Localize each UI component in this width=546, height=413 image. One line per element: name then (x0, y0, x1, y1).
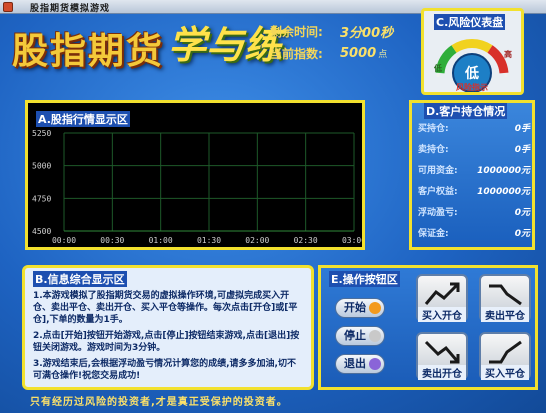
trend-down-icon (489, 284, 522, 306)
stop-button[interactable]: 停止 (335, 326, 385, 346)
gauge-mid-segment (451, 39, 493, 53)
customer-row-value: 1000000元 (477, 187, 530, 197)
customer-row-key: 买持仓: (418, 124, 449, 134)
time-value: 3分00秒 (340, 25, 394, 41)
logo-accent-text: 学与练 (168, 22, 283, 67)
buy-open-button[interactable]: 买入开仓 (416, 274, 468, 322)
gauge-high-segment (487, 45, 509, 74)
customer-row: 可用资金: 1000000元 (418, 159, 530, 180)
x-tick-label: 01:00 (149, 236, 173, 245)
gauge-high-label: 高 (504, 49, 512, 59)
index-chart-panel: 00:00 00:30 01:00 01:30 02:00 02:30 03:00 5250 5… (25, 100, 366, 250)
customer-row-key: 浮动盈亏: (418, 208, 458, 218)
sell-close-label: 卖出平仓 (481, 307, 529, 322)
x-tick-label: 00:30 (100, 236, 124, 245)
app-icon (3, 2, 13, 12)
y-tick-label: 4500 (32, 227, 51, 236)
gauge-low-label: 低 (433, 63, 442, 73)
index-label: 当前指数: (270, 46, 323, 61)
stop-icon (369, 330, 381, 342)
customer-row-value: 0手 (514, 124, 530, 134)
x-tick-label: 02:30 (294, 236, 318, 245)
customer-row: 保证金: 0元 (418, 222, 530, 243)
info-text: 1.本游戏模拟了股指期货交易的虚拟操作环境,可虚拟完成买入开仓、卖出平仓、卖出开… (33, 290, 303, 386)
stop-button-label: 停止 (344, 329, 366, 342)
index-row: 当前指数: 5000 点 (270, 42, 400, 64)
customer-row-key: 客户权益: (418, 187, 458, 197)
customer-row: 浮动盈亏: 0元 (418, 201, 530, 222)
customer-row: 卖持仓: 0手 (418, 138, 530, 159)
buy-close-button[interactable]: 买入平仓 (479, 332, 531, 380)
start-button-label: 开始 (344, 301, 366, 314)
trend-up-icon (489, 340, 522, 364)
play-icon (369, 302, 381, 314)
sell-open-button[interactable]: 卖出开仓 (416, 332, 468, 380)
customer-row-value: 0手 (514, 145, 530, 155)
index-unit: 点 (378, 49, 388, 60)
gauge-low-segment (435, 45, 457, 74)
buy-close-label: 买入平仓 (481, 365, 529, 380)
start-button[interactable]: 开始 (335, 298, 385, 318)
time-label: 剩余时间: (270, 24, 323, 39)
gauge-center-text: 低 (464, 65, 479, 82)
y-tick-label: 4750 (32, 194, 51, 203)
customer-row-key: 保证金: (418, 229, 449, 239)
info-paragraph: 3.游戏结束后,会根据浮动盈亏情况计算您的成绩,请多多加油,切不可满仓操作!祝您… (33, 359, 296, 381)
gauge-panel-label: C.风险仪表盘 (434, 14, 506, 30)
index-value: 5000 (340, 45, 377, 61)
customer-row: 客户权益: 1000000元 (418, 180, 530, 201)
exit-icon (369, 358, 381, 370)
footer-slogan: 只有经历过风险的投资者,才是真正受保护的投资者。 (30, 397, 288, 408)
window-title: 股指期货模拟游戏 (30, 4, 111, 14)
gauge-caption: 风险指示 (456, 82, 488, 92)
logo-main: 股指期货 (12, 30, 165, 72)
exit-button[interactable]: 退出 (335, 354, 385, 374)
chart-panel-label: A.股指行情显示区 (36, 111, 130, 127)
customer-panel: D.客户持仓情况 买持仓: 0手 卖持仓: 0手 可用资金: 1000000元 客户权… (409, 100, 535, 250)
exit-button-label: 退出 (344, 357, 366, 370)
ops-panel: E.操作按钮区 开始 停止 退出 买入开仓 卖出平仓 卖出开仓 买入平仓 (318, 265, 538, 390)
customer-rows: 买持仓: 0手 卖持仓: 0手 可用资金: 1000000元 客户权益: 1000000… (418, 117, 530, 243)
status-box: 剩余时间: 3分00秒 当前指数: 5000 点 (270, 20, 400, 64)
customer-row-value: 0元 (514, 208, 530, 218)
customer-row-key: 可用资金: (418, 166, 458, 176)
buy-open-label: 买入开仓 (418, 307, 466, 322)
info-panel-label: B.信息综合显示区 (33, 271, 127, 287)
y-tick-label: 5250 (32, 129, 51, 138)
y-tick-label: 5000 (32, 162, 51, 171)
customer-row-key: 卖持仓: (418, 145, 449, 155)
x-tick-label: 00:00 (52, 236, 76, 245)
customer-row: 买持仓: 0手 (418, 117, 530, 138)
customer-row-value: 1000000元 (477, 166, 530, 176)
info-paragraph: 2.点击[开始]按钮开始游戏,点击[停止]按钮结束游戏,点击[退出]按钮关闭游戏… (33, 331, 300, 353)
logo-accent: 学与练 (168, 14, 282, 69)
x-tick-label: 01:30 (197, 236, 221, 245)
info-paragraph: 1.本游戏模拟了股指期货交易的虚拟操作环境,可虚拟完成买入开仓、卖出平仓、卖出开… (33, 291, 298, 325)
risk-gauge-panel: 低 风险指示 低 高 C.风险仪表盘 (421, 8, 524, 95)
customer-row-value: 0元 (514, 229, 530, 239)
sell-close-button[interactable]: 卖出平仓 (479, 274, 531, 322)
info-panel: B.信息综合显示区 1.本游戏模拟了股指期货交易的虚拟操作环境,可虚拟完成买入开… (22, 265, 314, 390)
sell-open-label: 卖出开仓 (418, 365, 466, 380)
ops-panel-label: E.操作按钮区 (329, 271, 400, 287)
trend-up-icon (424, 282, 460, 305)
x-tick-label: 03:00 (342, 236, 362, 245)
trend-down-icon (424, 340, 460, 364)
x-tick-label: 02:00 (245, 236, 269, 245)
time-row: 剩余时间: 3分00秒 (270, 20, 400, 42)
